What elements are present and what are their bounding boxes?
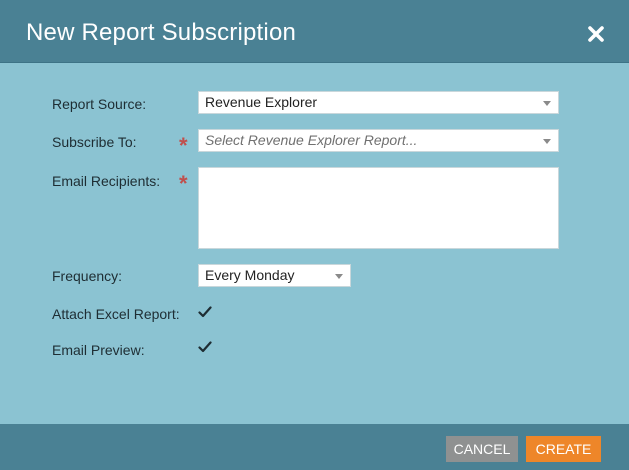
chevron-down-icon <box>543 101 551 106</box>
email-recipients-field[interactable] <box>198 167 559 249</box>
email-preview-checkbox[interactable] <box>198 340 212 354</box>
email-recipients-label: Email Recipients: <box>52 173 161 189</box>
chevron-down-icon <box>335 274 343 279</box>
close-icon[interactable] <box>585 23 607 45</box>
report-source-value: Revenue Explorer <box>205 94 318 110</box>
frequency-select[interactable]: Every Monday <box>198 264 351 287</box>
frequency-label: Frequency: <box>52 268 123 284</box>
create-button[interactable]: CREATE <box>526 436 601 462</box>
attach-excel-label: Attach Excel Report: <box>52 306 180 322</box>
attach-excel-checkbox[interactable] <box>198 305 212 319</box>
report-source-label: Report Source: <box>52 96 147 112</box>
required-indicator: * <box>179 171 188 196</box>
subscribe-to-select[interactable]: Select Revenue Explorer Report... <box>198 129 559 152</box>
new-report-subscription-dialog: New Report Subscription Report Source: R… <box>0 0 629 470</box>
dialog-header: New Report Subscription <box>0 0 629 63</box>
report-source-select[interactable]: Revenue Explorer <box>198 91 559 114</box>
email-preview-label: Email Preview: <box>52 342 145 358</box>
subscribe-to-label: Subscribe To: <box>52 134 137 150</box>
chevron-down-icon <box>543 139 551 144</box>
dialog-title: New Report Subscription <box>26 19 297 46</box>
subscribe-to-placeholder: Select Revenue Explorer Report... <box>205 132 418 148</box>
required-indicator: * <box>179 133 188 158</box>
frequency-value: Every Monday <box>205 267 295 283</box>
cancel-button[interactable]: CANCEL <box>446 436 518 462</box>
